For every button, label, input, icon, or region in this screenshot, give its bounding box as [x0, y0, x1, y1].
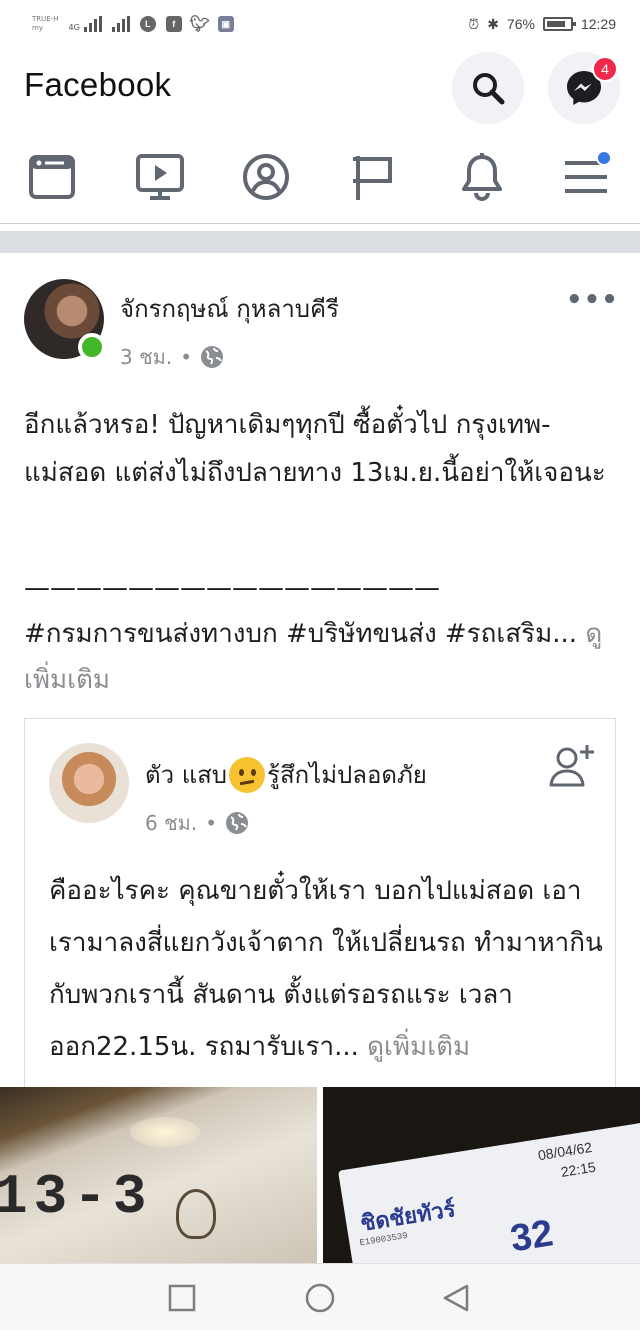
twitter-icon: 🐦︎: [189, 16, 210, 33]
shared-author-name[interactable]: ตัว แสบ: [145, 755, 227, 794]
post-divider-text: ————————————————: [24, 573, 440, 603]
back-triangle-icon: [443, 1284, 469, 1312]
square-icon: [168, 1284, 196, 1312]
carrier-label: TRUE-H my: [32, 15, 59, 32]
shared-meta-separator: •: [205, 811, 217, 835]
tab-menu[interactable]: [556, 150, 616, 204]
add-friend-icon[interactable]: [547, 741, 597, 791]
shared-text-body: คืออะไรคะ คุณขายตั๋วให้เรา บอกไปแม่สอด เ…: [49, 876, 603, 1062]
facebook-icon: f: [165, 16, 182, 32]
post-photos: 13-3 ชิดชัยทัวร์ 08/04/62 22:15 E1900353…: [0, 1087, 640, 1263]
online-indicator: [78, 333, 106, 361]
shared-post-time[interactable]: 6 ชม.: [145, 807, 197, 839]
app-title: Facebook: [24, 66, 172, 103]
post-text: อีกแล้วหรอ! ปัญหาเดิมๆทุกปี ซื้อตั๋วไป ก…: [24, 410, 606, 488]
bus-light: [130, 1117, 200, 1147]
bus-number-text: 13-3: [0, 1165, 153, 1229]
post-options-button[interactable]: •••: [566, 285, 619, 315]
bus-ticket: ชิดชัยทัวร์ 08/04/62 22:15 E19003539 32: [338, 1120, 640, 1263]
clock: 12:29: [580, 16, 616, 32]
tab-watch[interactable]: [130, 150, 190, 204]
shared-see-more-link[interactable]: ดูเพิ่มเติม: [367, 1032, 470, 1062]
bluetooth-icon: ✱: [487, 15, 499, 32]
search-button[interactable]: [452, 52, 524, 124]
tab-bar: [0, 130, 640, 224]
post-hashtags: #กรมการขนส่งทางบก #บริษัทขนส่ง #รถเสริม.…: [24, 611, 614, 703]
circle-icon: [305, 1283, 335, 1313]
ticket-company: ชิดชัยทัวร์: [358, 1197, 458, 1237]
shared-post-text: คืออะไรคะ คุณขายตั๋วให้เรา บอกไปแม่สอด เ…: [49, 865, 609, 1073]
notifications-bell-icon: [462, 153, 502, 201]
globe-icon: [201, 346, 223, 368]
watch-icon: [136, 154, 184, 200]
home-button[interactable]: [304, 1282, 336, 1314]
signal-icon-2: [111, 16, 130, 32]
emblem-icon: [176, 1189, 216, 1239]
ticket-photo[interactable]: ชิดชัยทัวร์ 08/04/62 22:15 E19003539 32: [323, 1087, 640, 1263]
shared-post-meta: 6 ชม. •: [145, 807, 249, 839]
ticket-time: 22:15: [559, 1158, 597, 1180]
photo-icon: ▣: [217, 16, 234, 32]
feed-separator: [0, 231, 640, 253]
battery-icon: [542, 17, 576, 31]
shared-post-card[interactable]: ตัว แสบ รู้สึกไม่ปลอดภัย 6 ชม. • คืออะไร…: [24, 718, 616, 1090]
app-header: Facebook 4: [0, 48, 640, 124]
globe-icon: [226, 812, 248, 834]
tab-profile[interactable]: [236, 150, 296, 204]
post-time[interactable]: 3 ชม.: [120, 341, 172, 373]
signal-icon: 4G: [68, 16, 102, 32]
tab-news-feed[interactable]: [22, 150, 82, 204]
menu-notification-dot: [596, 150, 612, 166]
hashtags-text[interactable]: #กรมการขนส่งทางบก #บริษัทขนส่ง #รถเสริม.…: [24, 619, 577, 649]
shared-post-author[interactable]: ตัว แสบ รู้สึกไม่ปลอดภัย: [145, 755, 427, 794]
battery-percent: 76%: [506, 16, 535, 32]
system-nav-bar: [0, 1263, 640, 1330]
news-feed-icon: [29, 155, 75, 199]
bus-photo[interactable]: 13-3: [0, 1087, 317, 1263]
ticket-seat: 32: [507, 1212, 556, 1261]
feeling-emoji-icon: [229, 756, 266, 793]
shared-author-avatar[interactable]: [49, 743, 129, 823]
recents-button[interactable]: [166, 1282, 198, 1314]
post-meta: 3 ชม. •: [120, 341, 224, 373]
pages-flag-icon: [353, 156, 392, 200]
line-icon: L: [139, 16, 156, 32]
alarm-icon: ⏰︎: [468, 15, 480, 32]
search-icon: [473, 73, 505, 105]
messenger-badge: 4: [592, 56, 618, 82]
back-button[interactable]: [440, 1282, 472, 1314]
tab-pages[interactable]: [344, 150, 404, 204]
profile-icon: [243, 154, 289, 200]
meta-separator: •: [180, 345, 192, 369]
status-bar: TRUE-H my 4G L f 🐦︎ ▣ ⏰︎ ✱ 76% 12:29: [0, 0, 640, 48]
messenger-button[interactable]: 4: [548, 52, 620, 124]
tab-notifications[interactable]: [452, 150, 512, 204]
post-author[interactable]: จักรกฤษณ์ กุหลาบคีรี: [120, 289, 339, 328]
shared-feeling: รู้สึกไม่ปลอดภัย: [267, 761, 427, 789]
